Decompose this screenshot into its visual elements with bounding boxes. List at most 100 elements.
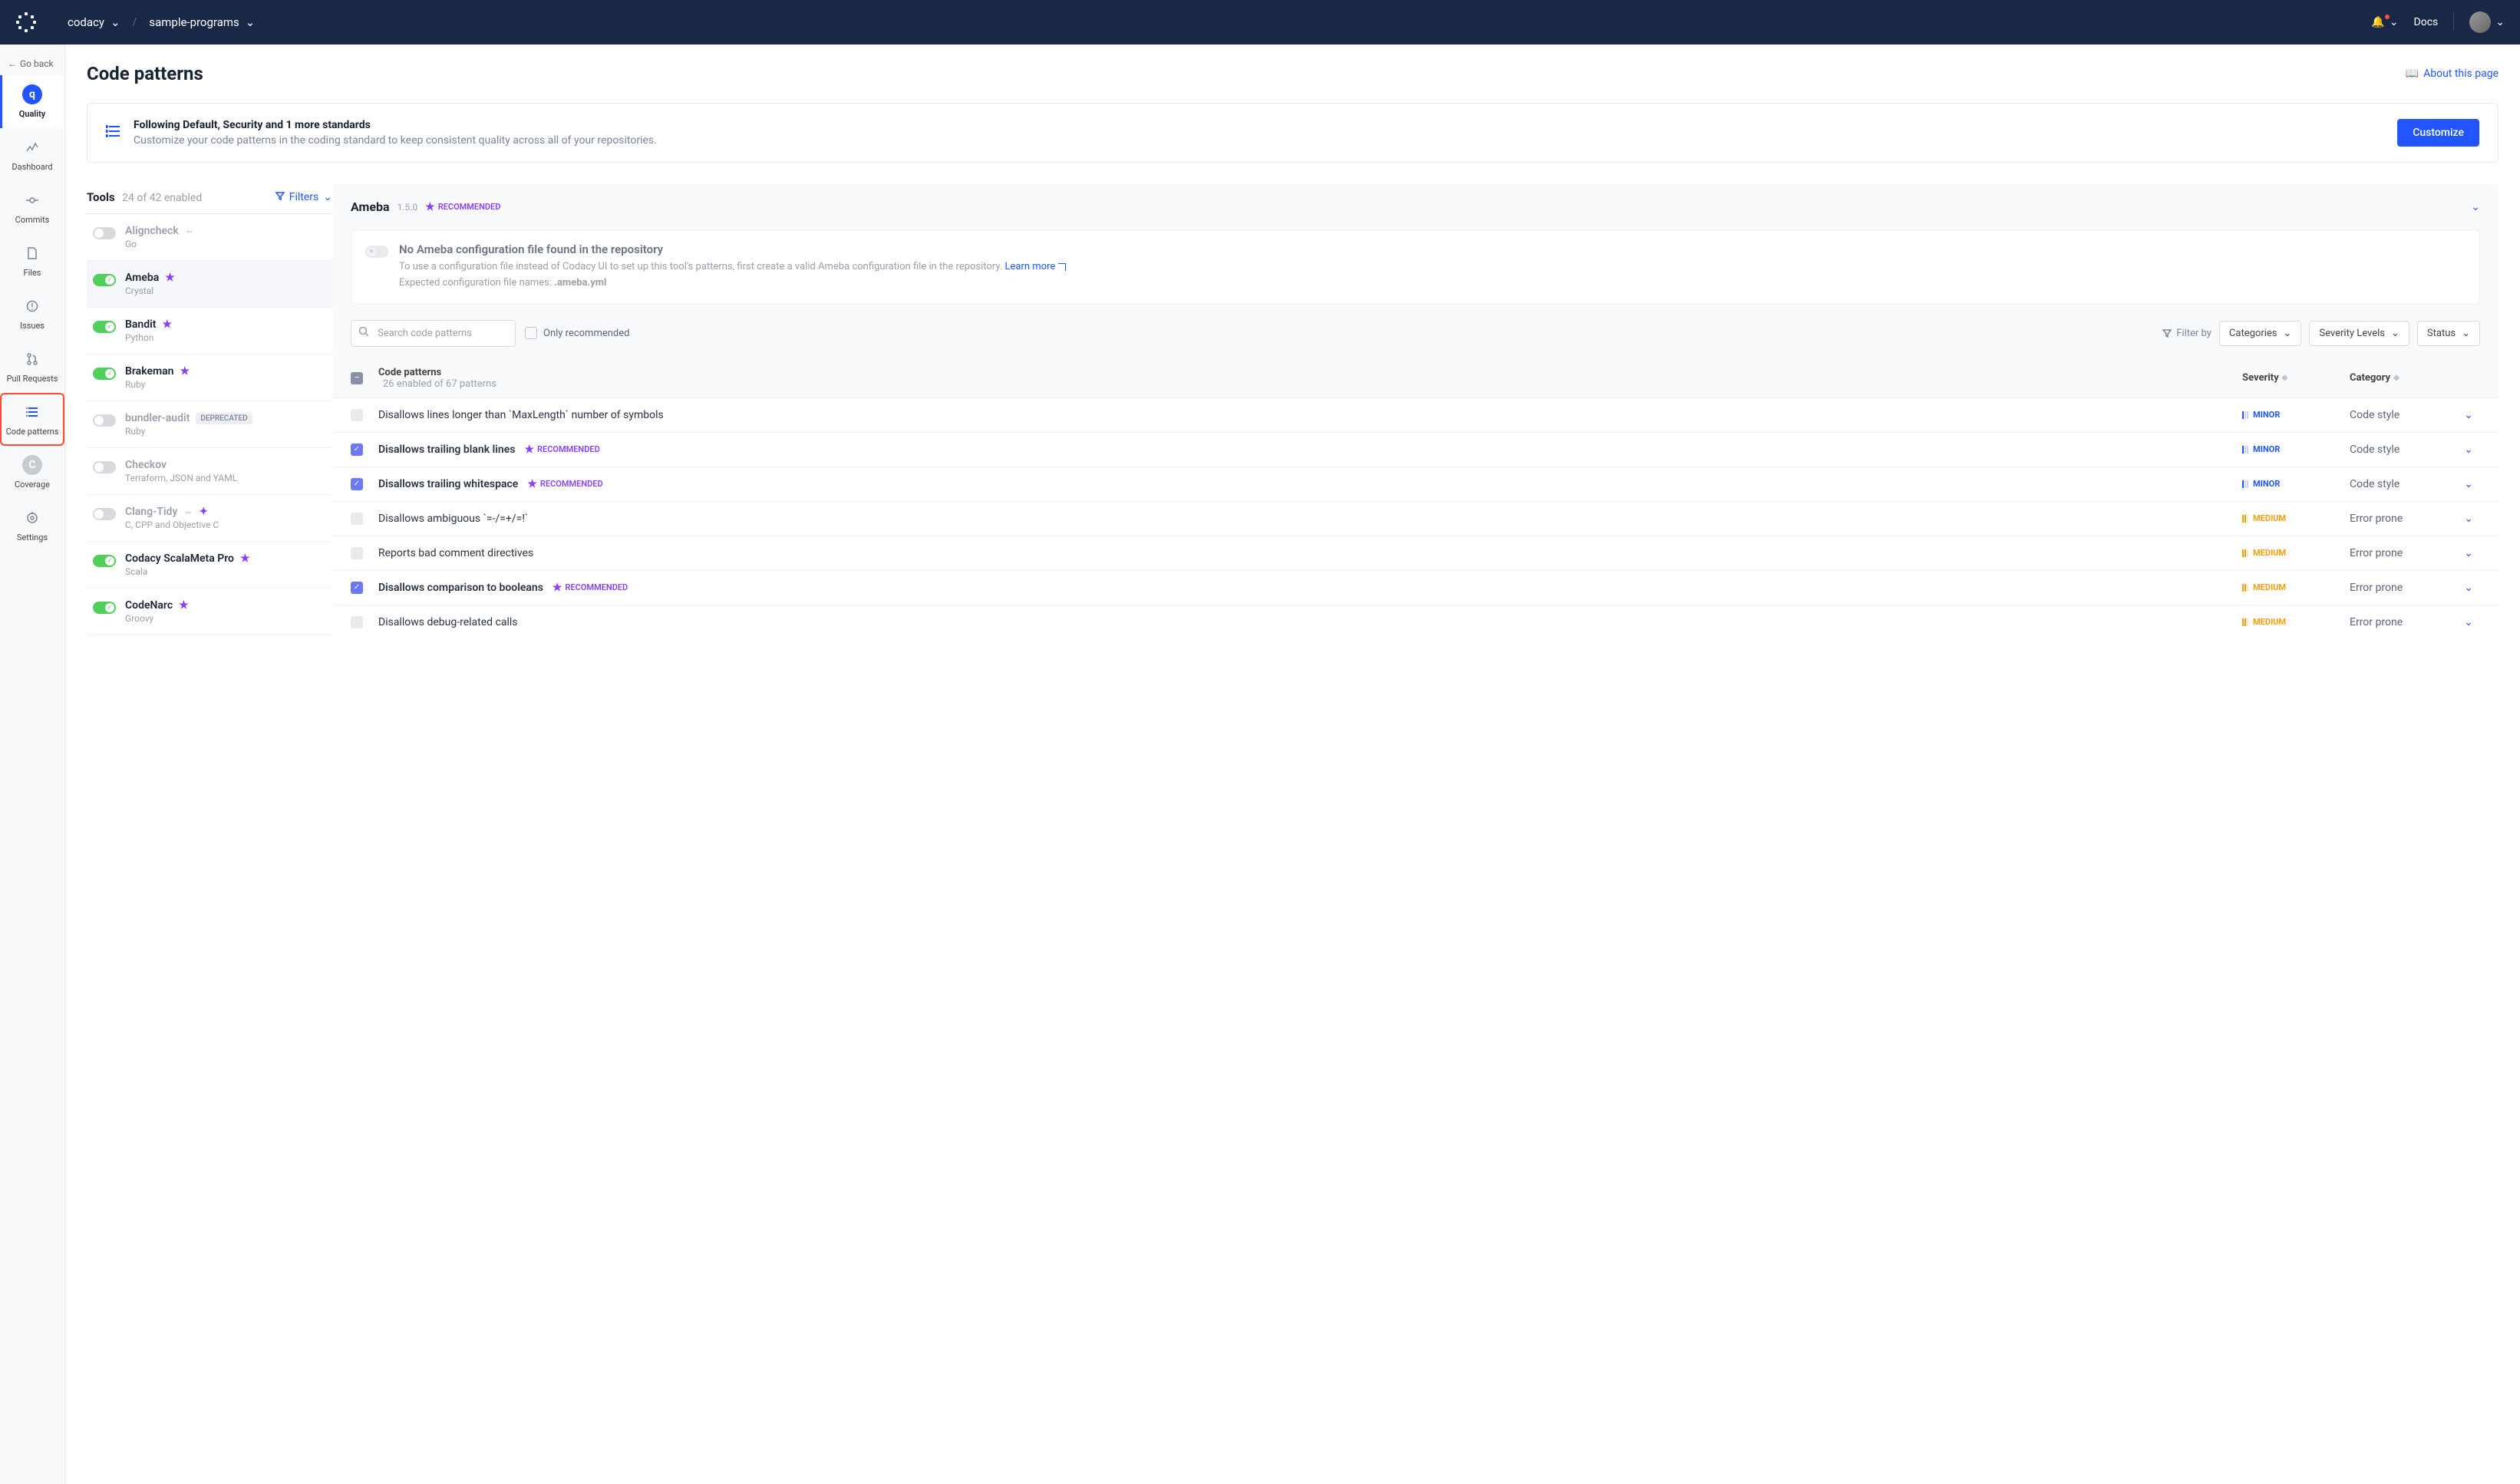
pattern-name: Disallows ambiguous `=-/=+/=!`	[378, 513, 2242, 525]
search-icon	[358, 326, 369, 340]
status-dropdown[interactable]: Status⌄	[2417, 321, 2480, 346]
sidebar-item-settings[interactable]: Settings	[0, 499, 64, 552]
sidebar-item-issues[interactable]: Issues	[0, 287, 64, 340]
pattern-checkbox[interactable]	[351, 409, 363, 421]
tool-toggle[interactable]	[93, 414, 116, 427]
pattern-checkbox[interactable]: ✓	[351, 478, 363, 490]
sidebar-item-coverage[interactable]: CCoverage	[0, 446, 64, 499]
tool-toggle[interactable]	[93, 555, 116, 567]
sidebar-item-dashboard[interactable]: Dashboard	[0, 128, 64, 181]
sidebar-item-code-patterns[interactable]: Code patterns	[0, 393, 64, 446]
tool-toggle[interactable]	[93, 602, 116, 614]
tool-item[interactable]: CodeNarc ★Groovy	[87, 589, 332, 635]
pattern-checkbox[interactable]: ✓	[351, 582, 363, 594]
pattern-checkbox[interactable]	[351, 616, 363, 628]
tool-item[interactable]: Checkov Terraform, JSON and YAML	[87, 448, 332, 495]
star-icon: ✦	[199, 506, 208, 518]
nav-icon	[22, 296, 42, 316]
severity-badge: MEDIUM	[2242, 548, 2350, 558]
codacy-logo-icon[interactable]	[15, 12, 37, 33]
tool-toggle[interactable]	[93, 274, 116, 286]
star-icon: ★	[180, 365, 190, 378]
link-icon: ⇔	[183, 506, 193, 517]
tool-toggle[interactable]	[93, 508, 116, 520]
only-recommended-checkbox[interactable]: Only recommended	[525, 327, 630, 339]
repo-selector[interactable]: sample-programs ⌄	[149, 15, 255, 29]
pattern-name: Disallows trailing blank lines★ RECOMMEN…	[378, 444, 2242, 456]
expand-button[interactable]: ⌄	[2457, 444, 2480, 456]
pattern-checkbox[interactable]	[351, 513, 363, 525]
col-severity-header[interactable]: Severity◆	[2242, 372, 2350, 384]
notifications-button[interactable]: 🔔 ⌄	[2371, 16, 2398, 28]
expand-button[interactable]: ⌄	[2457, 478, 2480, 490]
tool-item[interactable]: Clang-Tidy ⇔✦C, CPP and Objective C	[87, 495, 332, 542]
expand-button[interactable]: ⌄	[2457, 582, 2480, 594]
col-category-header[interactable]: Category◆	[2350, 372, 2457, 384]
star-icon: ★	[165, 272, 175, 284]
pattern-checkbox[interactable]	[351, 547, 363, 559]
severity-bars-icon	[2242, 618, 2248, 626]
sidebar-item-pull-requests[interactable]: Pull Requests	[0, 340, 64, 393]
repo-name: sample-programs	[149, 15, 239, 29]
docs-link[interactable]: Docs	[2414, 16, 2439, 28]
divider	[2453, 13, 2454, 31]
chevron-down-icon: ⌄	[246, 15, 256, 29]
expand-button[interactable]: ⌄	[2457, 547, 2480, 559]
expand-button[interactable]: ⌄	[2457, 513, 2480, 525]
patterns-count: 26 enabled of 67 patterns	[383, 378, 496, 390]
about-link[interactable]: 📖 About this page	[2406, 68, 2499, 80]
severity-badge: MEDIUM	[2242, 617, 2350, 627]
learn-more-link[interactable]: Learn more	[1005, 261, 1066, 272]
recommended-badge: ★ RECOMMENDED	[552, 582, 628, 594]
infobox-title: No Ameba configuration file found in the…	[399, 242, 1066, 256]
quality-icon: q	[22, 84, 42, 104]
nav-label: Coverage	[15, 480, 50, 490]
tool-toggle[interactable]	[93, 321, 116, 333]
tool-name: Ameba ★	[125, 272, 326, 284]
severity-dropdown[interactable]: Severity Levels⌄	[2309, 321, 2410, 346]
go-back-link[interactable]: ← Go back	[0, 52, 64, 75]
pattern-name: Disallows lines longer than `MaxLength` …	[378, 409, 2242, 421]
filters-button[interactable]: Filters ⌄	[275, 191, 332, 203]
tool-toggle[interactable]	[93, 461, 116, 473]
severity-badge: MEDIUM	[2242, 582, 2350, 592]
nav-label: Pull Requests	[7, 374, 58, 384]
tool-item[interactable]: Aligncheck ⇔Go	[87, 214, 332, 261]
category-label: Code style	[2350, 478, 2457, 490]
tool-item[interactable]: bundler-audit DEPRECATEDRuby	[87, 401, 332, 448]
pattern-checkbox[interactable]: ✓	[351, 444, 363, 456]
tool-name: CodeNarc ★	[125, 599, 326, 612]
user-menu[interactable]: ⌄	[2469, 12, 2505, 33]
tool-language: Scala	[125, 566, 326, 577]
config-toggle[interactable]	[365, 246, 388, 258]
select-all-checkbox[interactable]: −	[351, 372, 363, 384]
sidebar-item-quality[interactable]: q Quality	[0, 75, 64, 128]
nav-icon	[22, 243, 42, 263]
category-label: Code style	[2350, 444, 2457, 456]
tool-version: 1.5.0	[397, 202, 418, 213]
chevron-down-icon[interactable]: ⌄	[2471, 201, 2480, 213]
tool-item[interactable]: Codacy ScalaMeta Pro ★Scala	[87, 542, 332, 589]
customize-button[interactable]: Customize	[2397, 119, 2479, 147]
org-selector[interactable]: codacy ⌄	[68, 15, 120, 29]
tool-item[interactable]: Bandit ★Python	[87, 308, 332, 355]
sidebar-item-files[interactable]: Files	[0, 234, 64, 287]
tool-item[interactable]: Brakeman ★Ruby	[87, 355, 332, 401]
pattern-name: Disallows debug-related calls	[378, 616, 2242, 628]
nav-label: Code patterns	[6, 427, 59, 437]
recommended-label: RECOMMENDED	[438, 202, 501, 212]
tool-item[interactable]: Ameba ★Crystal	[87, 261, 332, 308]
tool-language: Ruby	[125, 379, 326, 390]
expand-button[interactable]: ⌄	[2457, 409, 2480, 421]
search-input[interactable]	[351, 320, 516, 347]
categories-dropdown[interactable]: Categories⌄	[2219, 321, 2301, 346]
tool-toggle[interactable]	[93, 227, 116, 239]
sidebar-item-commits[interactable]: Commits	[0, 181, 64, 234]
col-name-header[interactable]: Code patterns	[378, 367, 2242, 378]
nav-label: Files	[24, 268, 41, 278]
expand-button[interactable]: ⌄	[2457, 616, 2480, 628]
tool-toggle[interactable]	[93, 368, 116, 380]
nav-label: Quality	[19, 109, 46, 119]
category-label: Error prone	[2350, 582, 2457, 594]
pattern-row: ✓Disallows trailing whitespace★ RECOMMEN…	[332, 467, 2499, 501]
